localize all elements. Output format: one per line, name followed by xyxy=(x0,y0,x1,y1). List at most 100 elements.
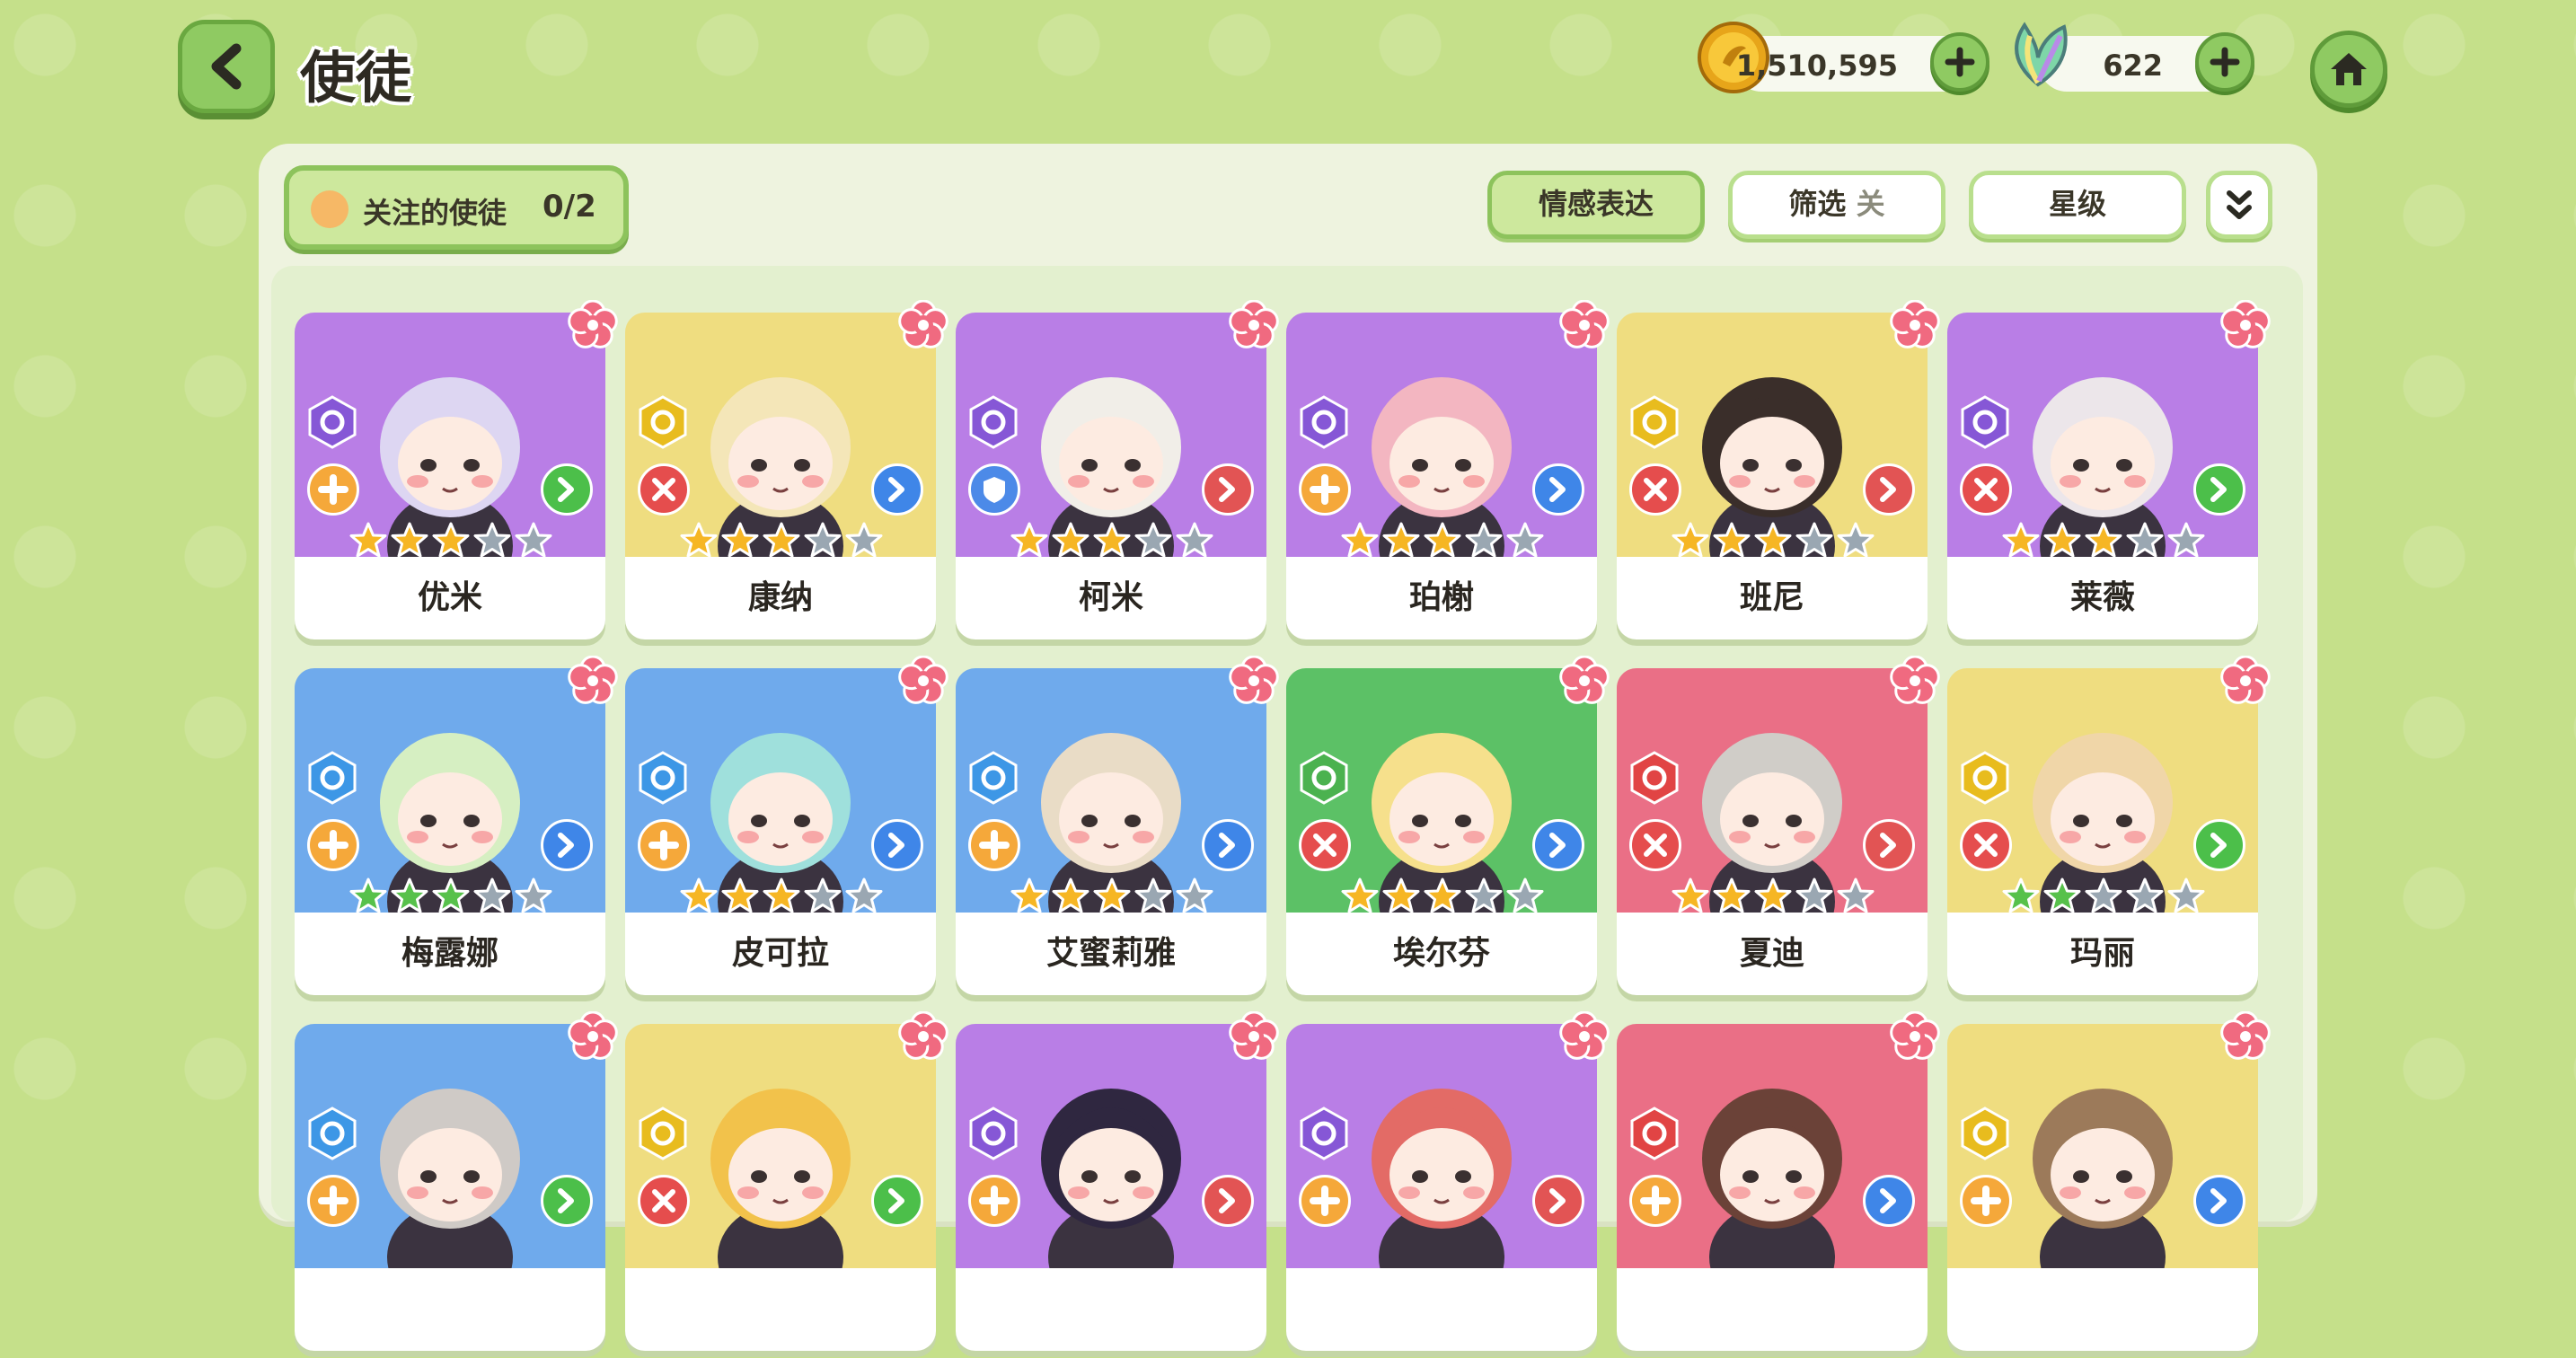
yellow-sun-icon xyxy=(639,395,687,449)
add-gems-button[interactable] xyxy=(2195,32,2254,92)
character-name: 班尼 xyxy=(1617,557,1928,639)
star-empty-icon xyxy=(1176,877,1213,913)
character-art xyxy=(710,1089,851,1268)
star-filled-icon xyxy=(391,877,428,913)
character-card[interactable]: 梅露娜 xyxy=(295,656,618,1002)
sort-order-button[interactable] xyxy=(2206,171,2272,239)
home-button[interactable] xyxy=(2310,31,2387,108)
favorite-characters-button[interactable]: 关注的使徒 0/2 xyxy=(284,165,629,250)
star-rating xyxy=(1671,877,1877,913)
gem-counter: 622 xyxy=(2015,22,2254,92)
star-filled-icon xyxy=(2043,877,2081,913)
heart-icon xyxy=(311,190,348,228)
star-empty-icon xyxy=(1465,877,1503,913)
character-card[interactable]: 艾蜜莉雅 xyxy=(956,656,1279,1002)
support-role-icon xyxy=(1299,463,1351,516)
favorite-flower-icon[interactable] xyxy=(898,656,948,706)
class-arrow-icon xyxy=(1532,463,1584,516)
star-sort-label: 星级 xyxy=(2048,187,2106,221)
character-portrait xyxy=(1617,668,1928,913)
character-portrait xyxy=(1947,313,2258,557)
favorite-flower-icon[interactable] xyxy=(1559,656,1610,706)
star-empty-icon xyxy=(473,522,511,557)
class-arrow-icon xyxy=(1863,819,1915,871)
favorite-flower-icon[interactable] xyxy=(2220,1011,2271,1062)
star-empty-icon xyxy=(2085,877,2122,913)
character-portrait xyxy=(1286,1024,1597,1268)
favorite-flower-icon[interactable] xyxy=(1229,300,1279,350)
character-card[interactable]: 班尼 xyxy=(1617,300,1940,647)
character-card[interactable]: 柯米 xyxy=(956,300,1279,647)
character-card[interactable]: 珀榭 xyxy=(1286,300,1610,647)
favorite-flower-icon[interactable] xyxy=(898,300,948,350)
star-empty-icon xyxy=(515,522,552,557)
star-rating xyxy=(1340,521,1547,557)
character-card[interactable]: 夏迪 xyxy=(1617,656,1940,1002)
character-card[interactable]: 玛丽 xyxy=(1947,656,2271,1002)
favorite-flower-icon[interactable] xyxy=(568,1011,618,1062)
star-filled-icon xyxy=(432,877,470,913)
page-title: 使徒 xyxy=(300,45,412,110)
class-arrow-icon xyxy=(1532,1175,1584,1227)
character-name xyxy=(1617,1268,1928,1351)
favorite-flower-icon[interactable] xyxy=(1890,1011,1940,1062)
character-card[interactable]: 皮可拉 xyxy=(625,656,948,1002)
support-role-icon xyxy=(638,819,690,871)
character-card[interactable] xyxy=(295,1011,618,1358)
star-empty-icon xyxy=(1176,522,1213,557)
star-filled-icon xyxy=(1093,877,1131,913)
character-card[interactable]: 埃尔芬 xyxy=(1286,656,1610,1002)
favorite-flower-icon[interactable] xyxy=(1559,1011,1610,1062)
attack-role-icon xyxy=(1960,463,2012,516)
character-name: 皮可拉 xyxy=(625,913,936,995)
character-card[interactable]: 优米 xyxy=(295,300,618,647)
character-card[interactable] xyxy=(1286,1011,1610,1358)
favorite-flower-icon[interactable] xyxy=(568,656,618,706)
character-card[interactable] xyxy=(1947,1011,2271,1358)
favorite-flower-icon[interactable] xyxy=(1890,300,1940,350)
favorite-flower-icon[interactable] xyxy=(2220,656,2271,706)
character-art xyxy=(380,1089,520,1268)
back-button[interactable] xyxy=(178,20,275,113)
yellow-sun-icon xyxy=(1961,751,2009,805)
star-empty-icon xyxy=(1795,877,1833,913)
class-arrow-icon xyxy=(1202,1175,1254,1227)
character-card[interactable] xyxy=(1617,1011,1940,1358)
star-filled-icon xyxy=(2002,522,2040,557)
favorite-flower-icon[interactable] xyxy=(2220,300,2271,350)
character-card[interactable] xyxy=(956,1011,1279,1358)
favorite-flower-icon[interactable] xyxy=(898,1011,948,1062)
star-filled-icon xyxy=(680,522,718,557)
star-empty-icon xyxy=(2167,877,2205,913)
character-card[interactable]: 康纳 xyxy=(625,300,948,647)
character-grid: 优米 康纳 柯米 珀榭 班尼 莱薇梅露娜 皮可拉 艾蜜莉雅 埃尔芬 夏迪 玛丽 xyxy=(271,266,2303,1351)
star-filled-icon xyxy=(1713,877,1751,913)
emotion-button[interactable]: 情感表达 xyxy=(1487,171,1705,239)
support-role-icon xyxy=(307,463,359,516)
star-empty-icon xyxy=(1134,877,1172,913)
favorite-flower-icon[interactable] xyxy=(1229,656,1279,706)
favorite-flower-icon[interactable] xyxy=(568,300,618,350)
character-art xyxy=(1372,1089,1512,1268)
character-card[interactable]: 莱薇 xyxy=(1947,300,2271,647)
star-sort-button[interactable]: 星级 xyxy=(1969,171,2186,239)
favorite-flower-icon[interactable] xyxy=(1229,1011,1279,1062)
character-card[interactable] xyxy=(625,1011,948,1358)
coin-amount: 1,510,595 xyxy=(1735,48,1898,83)
filter-button[interactable]: 筛选 关 xyxy=(1728,171,1945,239)
purple-swirl-icon xyxy=(969,395,1018,449)
favorite-label: 关注的使徒 xyxy=(363,196,507,230)
character-name: 优米 xyxy=(295,557,605,639)
favorite-flower-icon[interactable] xyxy=(1890,656,1940,706)
blue-snowflake-icon xyxy=(308,1107,357,1160)
character-portrait xyxy=(1617,313,1928,557)
class-arrow-icon xyxy=(541,1175,593,1227)
favorite-flower-icon[interactable] xyxy=(1559,300,1610,350)
character-name: 珀榭 xyxy=(1286,557,1597,639)
character-portrait xyxy=(1286,313,1597,557)
purple-swirl-icon xyxy=(308,395,357,449)
star-filled-icon xyxy=(1010,522,1048,557)
character-portrait xyxy=(295,668,605,913)
add-coins-button[interactable] xyxy=(1930,32,1989,92)
character-portrait xyxy=(1617,1024,1928,1268)
